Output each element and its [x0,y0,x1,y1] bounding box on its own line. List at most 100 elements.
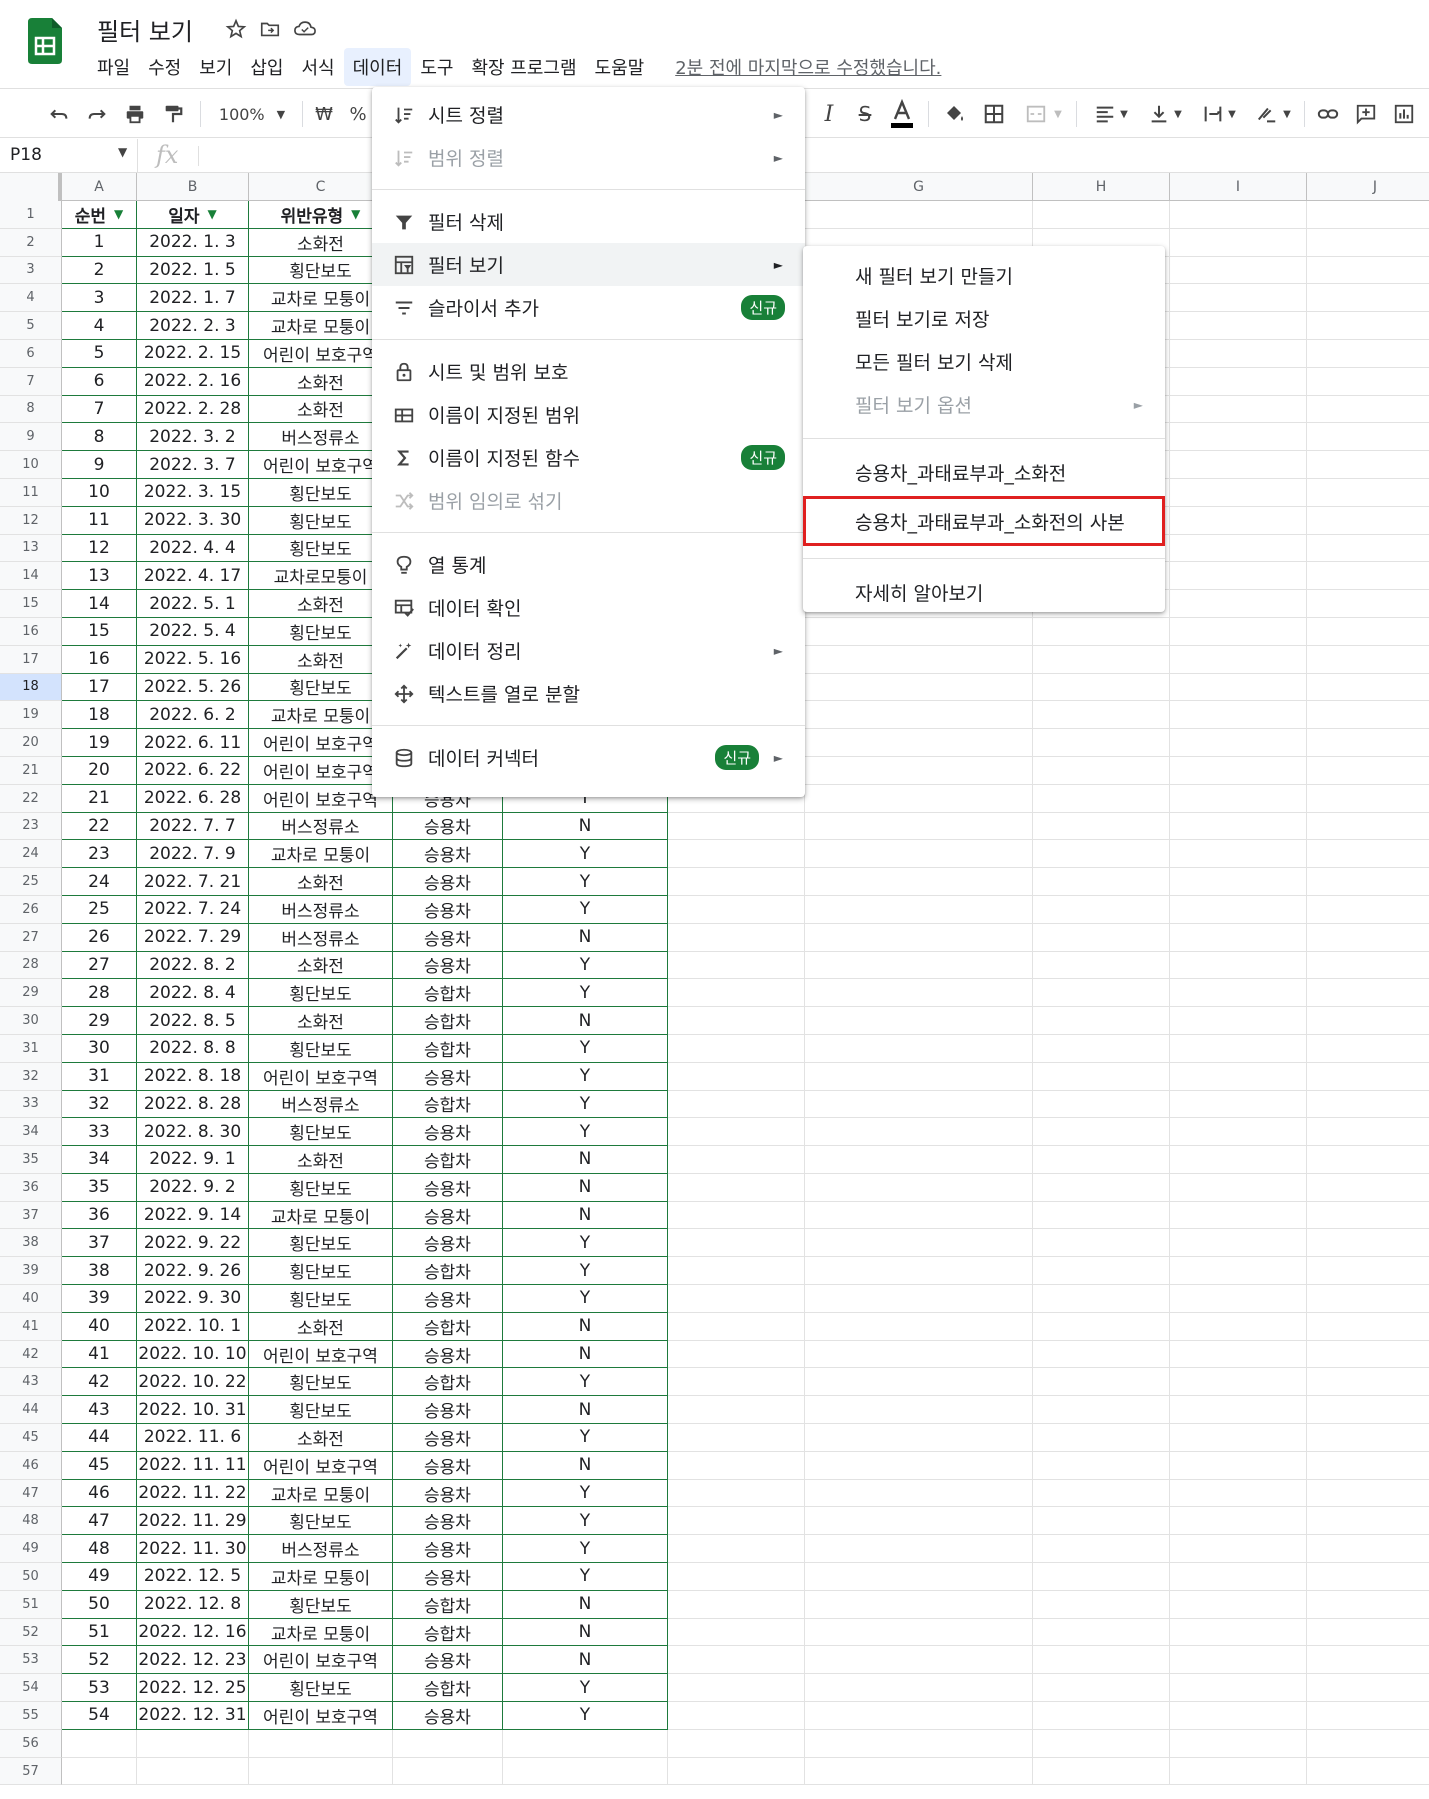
cell[interactable]: N [503,1201,668,1230]
cell[interactable] [805,1674,1033,1703]
row-header[interactable]: 40 [0,1285,62,1313]
cell[interactable]: 승용차 [393,868,503,896]
cell[interactable]: 2022. 6. 11 [137,729,249,757]
cell[interactable] [1170,1007,1307,1035]
data-menu-item[interactable]: 열 통계 [372,543,805,586]
cell[interactable]: 어린이 보호구역 [249,1702,393,1730]
cell[interactable] [1170,423,1307,452]
cell[interactable] [1307,701,1429,730]
cell[interactable] [1170,367,1307,396]
cell[interactable]: 24 [62,868,137,896]
cell[interactable]: 버스정류소 [249,1090,393,1119]
cell[interactable] [668,1702,805,1730]
cell[interactable] [393,1729,503,1758]
cell[interactable] [805,1285,1033,1313]
cell[interactable] [805,840,1033,869]
cell[interactable]: Y [503,1090,668,1119]
cell[interactable]: 25 [62,895,137,924]
vertical-align-icon[interactable]: ▼ [1142,97,1188,131]
cell[interactable]: 소화전 [249,1424,393,1452]
cell[interactable] [1033,923,1170,952]
row-header[interactable]: 23 [0,812,62,841]
cell[interactable] [1307,1674,1429,1703]
cell[interactable] [805,784,1033,813]
cell[interactable]: 17 [62,673,137,702]
cell[interactable] [1170,312,1307,340]
cell[interactable] [668,1118,805,1147]
cell[interactable] [1170,756,1307,785]
row-header[interactable]: 14 [0,562,62,591]
cell[interactable]: 2022. 11. 11 [137,1451,249,1480]
row-header[interactable]: 6 [0,339,62,368]
cell[interactable] [668,1034,805,1063]
cell[interactable] [1307,1507,1429,1536]
column-header-g[interactable]: G [805,173,1033,201]
cell[interactable]: 2022. 8. 4 [137,979,249,1008]
cell[interactable] [1033,1090,1170,1119]
cell[interactable] [1307,340,1429,368]
cell[interactable] [668,1507,805,1536]
cell[interactable]: 2022. 9. 26 [137,1257,249,1286]
cell[interactable]: Y [503,1424,668,1452]
cell[interactable]: 승용차 [393,1285,503,1313]
cell[interactable]: 승합차 [393,979,503,1008]
row-header[interactable]: 1 [0,201,62,229]
cell[interactable] [1033,1646,1170,1675]
column-header-a[interactable]: A [62,173,137,201]
cell[interactable]: 교차로 모퉁이 [249,1563,393,1591]
column-header-h[interactable]: H [1033,173,1170,201]
cell[interactable] [1307,1424,1429,1452]
row-header[interactable]: 50 [0,1563,62,1591]
cell[interactable] [668,1090,805,1119]
cell[interactable]: 2022. 12. 5 [137,1563,249,1591]
cell[interactable]: N [503,1618,668,1647]
cell[interactable] [1307,924,1429,952]
cell[interactable]: 2022. 8. 8 [137,1034,249,1063]
cell[interactable] [1170,534,1307,563]
cell[interactable] [1170,1674,1307,1703]
cell[interactable] [805,1062,1033,1091]
cell[interactable]: 2022. 11. 6 [137,1424,249,1452]
cell[interactable]: 2022. 6. 2 [137,701,249,730]
cell[interactable] [1307,952,1429,980]
cell[interactable] [668,1368,805,1397]
cell[interactable]: 2022. 2. 15 [137,339,249,368]
cell[interactable]: Y [503,895,668,924]
row-header[interactable]: 48 [0,1507,62,1536]
cell[interactable]: 2022. 1. 3 [137,228,249,257]
cell[interactable]: N [503,1312,668,1341]
insert-link-icon[interactable] [1312,97,1344,131]
cell[interactable] [1033,756,1170,785]
cell[interactable] [1307,507,1429,535]
cell[interactable]: 소화전 [249,1007,393,1035]
cell[interactable] [805,1590,1033,1619]
cell[interactable] [1170,395,1307,424]
cell[interactable]: 횡단보도 [249,1285,393,1313]
cell[interactable] [1307,284,1429,313]
column-header-j[interactable]: J [1307,173,1429,201]
text-color-icon[interactable] [886,97,918,131]
cell[interactable] [805,1479,1033,1508]
cell[interactable]: 40 [62,1312,137,1341]
print-icon[interactable] [120,97,150,131]
row-header[interactable]: 51 [0,1590,62,1619]
row-header[interactable]: 15 [0,590,62,618]
cell[interactable]: 승용차 [393,1646,503,1675]
cell[interactable] [62,1757,137,1786]
row-header[interactable]: 45 [0,1424,62,1452]
data-menu-item[interactable]: 필터 삭제 [372,200,805,243]
menu-extensions[interactable]: 확장 프로그램 [462,48,585,86]
cell[interactable] [668,1674,805,1703]
cell[interactable]: 승용차 [393,1201,503,1230]
cell[interactable]: 2022. 7. 24 [137,895,249,924]
filter-view-menu-item[interactable]: 필터 보기로 저장 [803,297,1165,340]
cell[interactable]: 횡단보도 [249,1118,393,1147]
cell[interactable] [1170,1479,1307,1508]
cell[interactable] [668,1424,805,1452]
insert-comment-icon[interactable] [1350,97,1382,131]
filter-view-menu-item[interactable]: 자세히 알아보기 [803,571,1165,614]
row-header[interactable]: 47 [0,1479,62,1508]
cell[interactable] [805,1535,1033,1564]
cell[interactable]: 승용차 [393,1479,503,1508]
cell[interactable] [1170,812,1307,841]
